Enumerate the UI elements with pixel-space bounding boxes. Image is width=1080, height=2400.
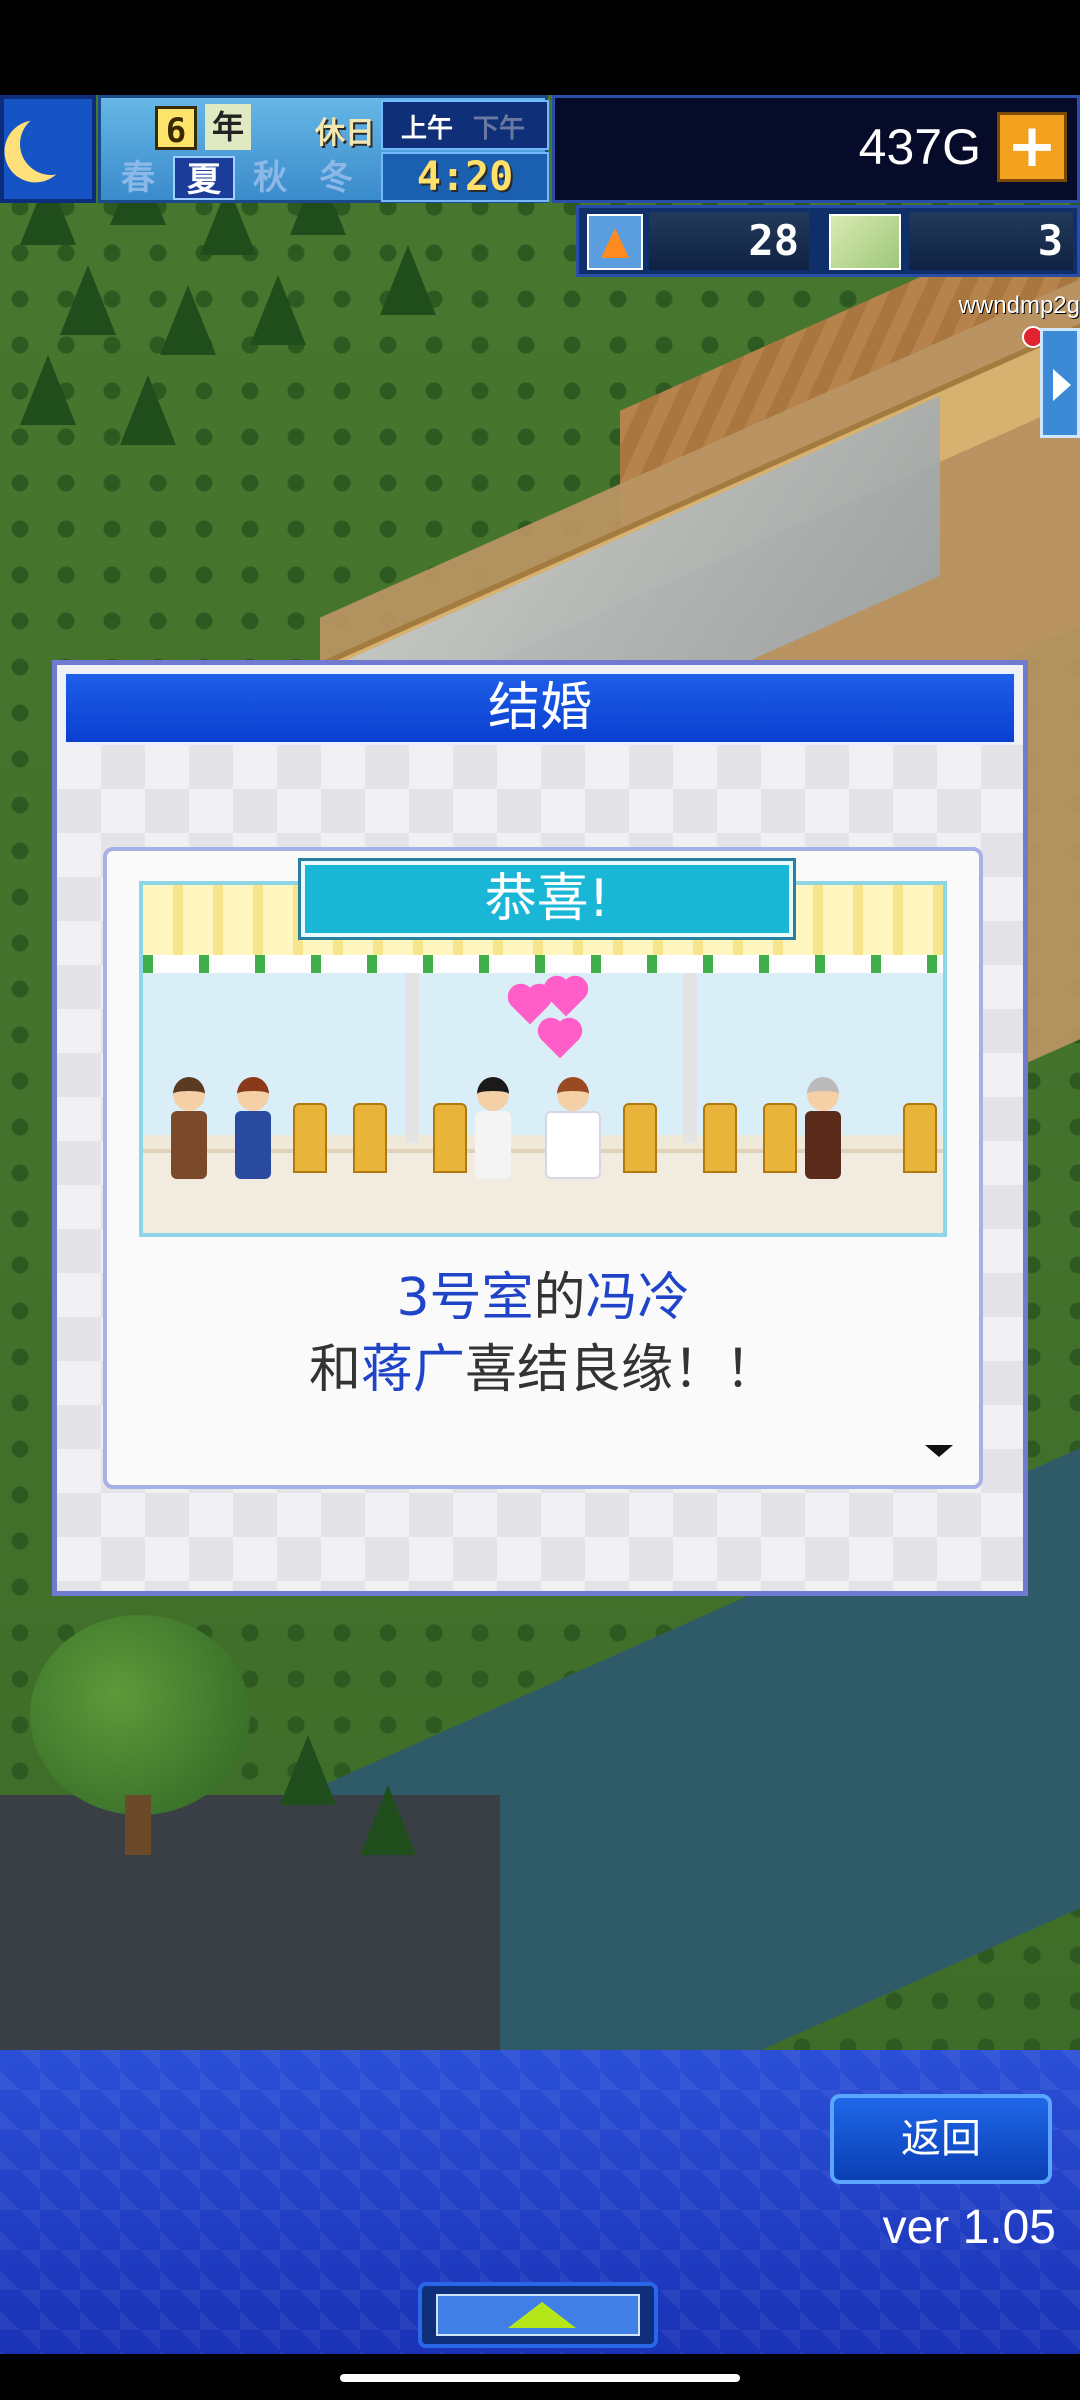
season-autumn: 秋 — [253, 158, 287, 198]
pm-label: 下午 — [473, 114, 526, 144]
message-line-2: 和蒋广喜结良缘！！ — [107, 1327, 979, 1402]
day-night-indicator[interactable] — [0, 95, 96, 203]
pine-tree-icon — [360, 1785, 416, 1855]
season-summer: 夏 — [173, 156, 235, 200]
pillar — [405, 973, 419, 1143]
ticket-count: 3 — [909, 212, 1073, 270]
person2-name: 蒋广 — [360, 1340, 465, 1400]
home-indicator[interactable] — [340, 2374, 740, 2382]
guest-character — [169, 1077, 209, 1207]
pillar — [683, 973, 697, 1143]
research-points: 28 — [649, 212, 809, 270]
room-label: 3号室 — [396, 1268, 534, 1328]
bottom-panel: 返回 ver 1.05 — [0, 2050, 1080, 2354]
year-label: 年 — [205, 104, 251, 150]
dialog-title: 结婚 — [63, 671, 1017, 745]
pine-tree-icon — [280, 1735, 336, 1805]
calendar-panel: 6 年 休日 上午 下午 春 夏 秋 冬 4:20 — [98, 95, 549, 203]
arrow-up-icon — [508, 2302, 576, 2328]
congrats-banner: 恭喜! — [298, 858, 796, 940]
am-pm-indicator: 上午 下午 — [381, 100, 549, 150]
groom-character — [473, 1077, 513, 1207]
ticket-icon — [829, 214, 901, 270]
add-money-button[interactable]: + — [997, 112, 1067, 182]
money-panel: 437G + — [552, 95, 1080, 203]
chair — [353, 1103, 387, 1173]
street — [0, 1795, 500, 2050]
chair — [623, 1103, 657, 1173]
season-winter: 冬 — [319, 158, 353, 198]
marriage-dialog[interactable]: 结婚 恭喜! 3号室的冯冷 和蒋广喜结良缘！！ — [52, 660, 1028, 1596]
chair — [903, 1103, 937, 1173]
officiant-character — [803, 1077, 843, 1207]
side-menu-tab[interactable] — [1040, 328, 1080, 438]
expand-menu-button[interactable] — [418, 2282, 658, 2348]
expand-button-face — [436, 2294, 640, 2336]
clock-time: 4:20 — [381, 152, 549, 202]
research-flask-icon — [587, 214, 643, 270]
chevron-right-icon — [1053, 369, 1071, 401]
heart-icon — [541, 1021, 579, 1059]
back-button[interactable]: 返回 — [830, 2094, 1052, 2184]
version-label: ver 1.05 — [882, 2201, 1056, 2254]
garland — [143, 955, 943, 973]
message-box[interactable]: 恭喜! 3号室的冯冷 和蒋广喜结良缘！！ — [103, 847, 983, 1489]
holiday-label: 休日 — [315, 116, 375, 151]
season-spring: 春 — [121, 158, 155, 198]
season-list: 春 夏 秋 冬 — [107, 156, 377, 200]
particle-de: 的 — [533, 1268, 586, 1328]
am-label: 上午 — [401, 114, 454, 144]
money-amount: 437G — [858, 119, 981, 175]
pine-tree-icon — [250, 275, 306, 345]
chair — [293, 1103, 327, 1173]
message-suffix: 喜结良缘！！ — [465, 1340, 778, 1400]
status-bar — [0, 0, 1080, 95]
chair — [703, 1103, 737, 1173]
tree-trunk — [125, 1795, 151, 1855]
username-label: wwndmp2g — [958, 292, 1080, 319]
pine-tree-icon — [20, 355, 76, 425]
system-nav-bar — [0, 2354, 1080, 2400]
chair — [433, 1103, 467, 1173]
resource-panel: 28 3 — [576, 205, 1080, 277]
particle-he: 和 — [308, 1340, 361, 1400]
guest-character — [233, 1077, 273, 1207]
heart-icon — [547, 979, 585, 1017]
message-line-1: 3号室的冯冷 — [107, 1255, 979, 1330]
pine-tree-icon — [120, 375, 176, 445]
bride-character — [543, 1077, 603, 1207]
top-hud: 6 年 休日 上午 下午 春 夏 秋 冬 4:20 437G + 28 3 — [0, 95, 1080, 285]
tree-icon — [30, 1615, 250, 1815]
continue-arrow-icon[interactable] — [925, 1445, 953, 1457]
year-number: 6 — [155, 106, 197, 151]
person1-name: 冯冷 — [585, 1268, 690, 1328]
moon-icon — [15, 108, 87, 180]
chair — [763, 1103, 797, 1173]
pine-tree-icon — [160, 285, 216, 355]
